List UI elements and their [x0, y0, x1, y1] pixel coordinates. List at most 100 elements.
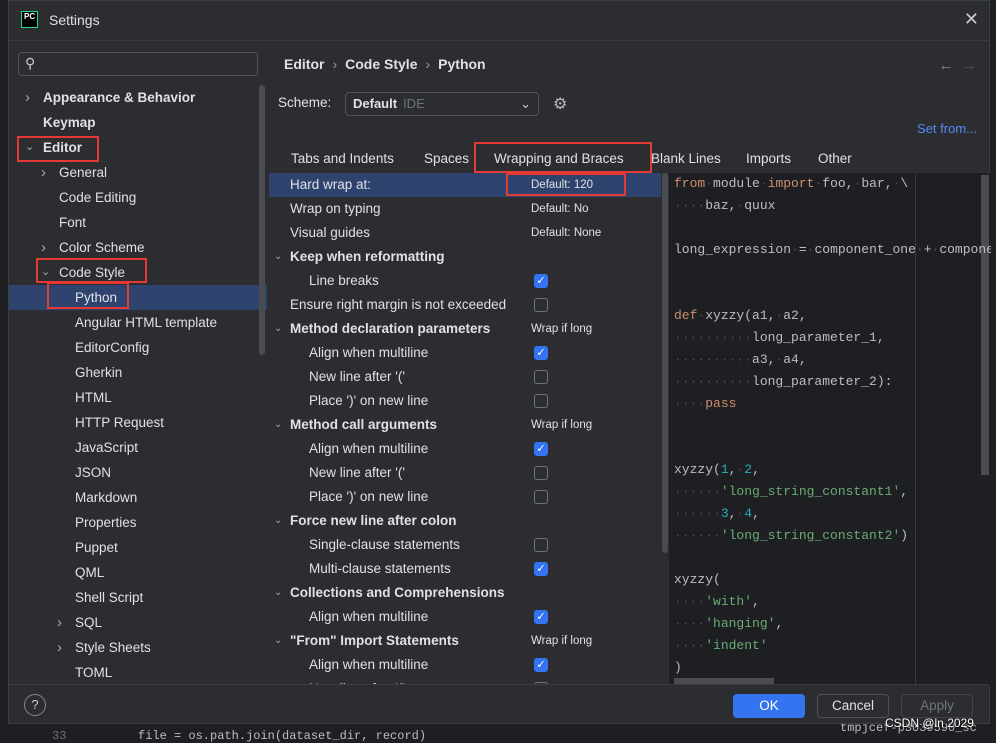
tab-spaces[interactable]: Spaces: [424, 151, 469, 166]
option-row[interactable]: Align when multiline ✓: [269, 653, 661, 677]
code-token: quux: [744, 198, 776, 213]
code-token: ····: [674, 616, 706, 631]
option-row[interactable]: Line breaks ✓: [269, 269, 661, 293]
checkbox[interactable]: [534, 466, 548, 480]
tree-item[interactable]: TOML: [9, 660, 267, 685]
tree-item[interactable]: Code Editing: [9, 185, 267, 210]
preview-scrollbar[interactable]: [981, 175, 989, 475]
option-row[interactable]: Place ')' on new line: [269, 389, 661, 413]
code-line: def·xyzzy(a1,·a2,: [674, 305, 807, 327]
tree-item[interactable]: Markdown: [9, 485, 267, 510]
chevron-down-icon[interactable]: ⌄: [274, 581, 282, 605]
right-panel: Editor › Code Style › Python ← → Scheme: Def…: [269, 41, 991, 686]
option-value[interactable]: Wrap if long: [531, 629, 592, 653]
tree-item[interactable]: › General: [9, 160, 267, 185]
chevron-down-icon[interactable]: ⌄: [274, 245, 282, 269]
checkbox[interactable]: ✓: [534, 442, 548, 456]
tree-item[interactable]: Properties: [9, 510, 267, 535]
checkbox[interactable]: [534, 298, 548, 312]
tree-item[interactable]: › SQL: [9, 610, 267, 635]
option-value[interactable]: Default: None: [531, 221, 601, 245]
cancel-button[interactable]: Cancel: [817, 694, 889, 718]
tree-item[interactable]: HTML: [9, 385, 267, 410]
tab-imports[interactable]: Imports: [746, 151, 791, 166]
code-token: ): [900, 528, 909, 543]
chevron-right-icon[interactable]: ›: [57, 610, 62, 635]
checkbox[interactable]: ✓: [534, 658, 548, 672]
option-row[interactable]: Visual guides Default: None: [269, 221, 661, 245]
chevron-down-icon[interactable]: ⌄: [274, 317, 282, 341]
tree-item[interactable]: Keymap: [9, 110, 267, 135]
option-row[interactable]: New line after '(': [269, 461, 661, 485]
option-row[interactable]: Wrap on typing Default: No: [269, 197, 661, 221]
checkbox[interactable]: ✓: [534, 562, 548, 576]
option-label: New line after '(': [309, 465, 405, 480]
checkbox[interactable]: [534, 538, 548, 552]
option-row[interactable]: New line after '(': [269, 365, 661, 389]
chevron-down-icon[interactable]: ⌄: [274, 629, 282, 653]
option-label: Line breaks: [309, 273, 379, 288]
breadcrumb-code-style[interactable]: Code Style: [345, 56, 417, 72]
option-row[interactable]: Multi-clause statements ✓: [269, 557, 661, 581]
tree-item[interactable]: › Appearance & Behavior: [9, 85, 267, 110]
option-value[interactable]: Wrap if long: [531, 317, 592, 341]
chevron-right-icon[interactable]: ›: [57, 635, 62, 660]
option-row[interactable]: Align when multiline ✓: [269, 341, 661, 365]
option-row[interactable]: Align when multiline ✓: [269, 437, 661, 461]
checkbox[interactable]: [534, 490, 548, 504]
tree-item[interactable]: EditorConfig: [9, 335, 267, 360]
code-token: ····: [674, 638, 706, 653]
option-row[interactable]: Ensure right margin is not exceeded: [269, 293, 661, 317]
option-value[interactable]: Wrap if long: [531, 413, 592, 437]
tree-item[interactable]: Gherkin: [9, 360, 267, 385]
option-value[interactable]: Default: No: [531, 197, 589, 221]
options-scrollbar[interactable]: [662, 173, 668, 553]
checkbox[interactable]: [534, 370, 548, 384]
tree-item[interactable]: › Style Sheets: [9, 635, 267, 660]
chevron-right-icon[interactable]: ›: [41, 235, 46, 260]
tree-item[interactable]: JSON: [9, 460, 267, 485]
tree-item[interactable]: QML: [9, 560, 267, 585]
option-group[interactable]: ⌄ Method call arguments Wrap if long: [269, 413, 661, 437]
tree-item[interactable]: › Color Scheme: [9, 235, 267, 260]
gear-icon[interactable]: ⚙: [553, 94, 567, 114]
breadcrumb-editor[interactable]: Editor: [284, 56, 324, 72]
tree-item[interactable]: Font: [9, 210, 267, 235]
tab-other[interactable]: Other: [818, 151, 852, 166]
option-group[interactable]: ⌄ "From" Import Statements Wrap if long: [269, 629, 661, 653]
option-group[interactable]: ⌄ Collections and Comprehensions: [269, 581, 661, 605]
search-input[interactable]: ⚲: [18, 52, 258, 76]
scheme-dropdown[interactable]: Default IDE ⌄: [345, 92, 539, 116]
option-row[interactable]: Align when multiline ✓: [269, 605, 661, 629]
set-from-link[interactable]: Set from...: [917, 121, 977, 136]
back-icon[interactable]: ←: [939, 57, 954, 74]
close-icon[interactable]: ✕: [964, 9, 979, 30]
chevron-down-icon[interactable]: ⌄: [274, 413, 282, 437]
tree-item[interactable]: JavaScript: [9, 435, 267, 460]
chevron-right-icon[interactable]: ›: [41, 160, 46, 185]
checkbox[interactable]: ✓: [534, 610, 548, 624]
chevron-right-icon[interactable]: ›: [25, 85, 30, 110]
apply-button[interactable]: Apply: [901, 694, 973, 718]
checkbox[interactable]: ✓: [534, 346, 548, 360]
tab-blank-lines[interactable]: Blank Lines: [651, 151, 721, 166]
tree-item[interactable]: Puppet: [9, 535, 267, 560]
ok-button[interactable]: OK: [733, 694, 805, 718]
forward-icon[interactable]: →: [962, 57, 977, 74]
help-button[interactable]: ?: [24, 694, 46, 716]
checkbox[interactable]: [534, 394, 548, 408]
option-row[interactable]: Place ')' on new line: [269, 485, 661, 509]
code-line: ··········a3,·a4,: [674, 349, 807, 371]
chevron-down-icon[interactable]: ⌄: [274, 509, 282, 533]
tree-item-label: Gherkin: [75, 365, 123, 380]
option-group[interactable]: ⌄ Force new line after colon: [269, 509, 661, 533]
option-group[interactable]: ⌄ Method declaration parameters Wrap if lo…: [269, 317, 661, 341]
tab-tabs-and-indents[interactable]: Tabs and Indents: [291, 151, 394, 166]
tree-scrollbar[interactable]: [259, 85, 265, 355]
checkbox[interactable]: ✓: [534, 274, 548, 288]
option-group[interactable]: ⌄ Keep when reformatting: [269, 245, 661, 269]
tree-item[interactable]: Angular HTML template: [9, 310, 267, 335]
tree-item[interactable]: HTTP Request: [9, 410, 267, 435]
option-row[interactable]: Single-clause statements: [269, 533, 661, 557]
tree-item[interactable]: Shell Script: [9, 585, 267, 610]
